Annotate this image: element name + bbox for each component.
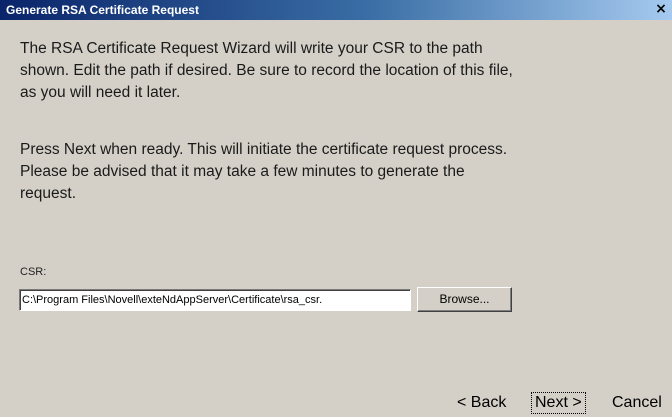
instructions-paragraph: The RSA Certificate Request Wizard will … xyxy=(20,40,513,101)
close-icon[interactable]: × xyxy=(654,2,668,16)
csr-path-input[interactable] xyxy=(19,289,411,311)
browse-button[interactable]: Browse... xyxy=(417,287,512,312)
advisory-paragraph: Press Next when ready. This will initiat… xyxy=(20,141,508,202)
window-title: Generate RSA Certificate Request xyxy=(6,3,199,17)
cancel-button[interactable]: Cancel xyxy=(612,394,662,412)
generate-rsa-dialog: Generate RSA Certificate Request × The R… xyxy=(0,0,672,417)
next-button[interactable]: Next > xyxy=(531,392,586,414)
back-button[interactable]: < Back xyxy=(457,394,506,412)
csr-label: CSR: xyxy=(20,266,47,278)
title-bar: Generate RSA Certificate Request × xyxy=(0,0,672,20)
